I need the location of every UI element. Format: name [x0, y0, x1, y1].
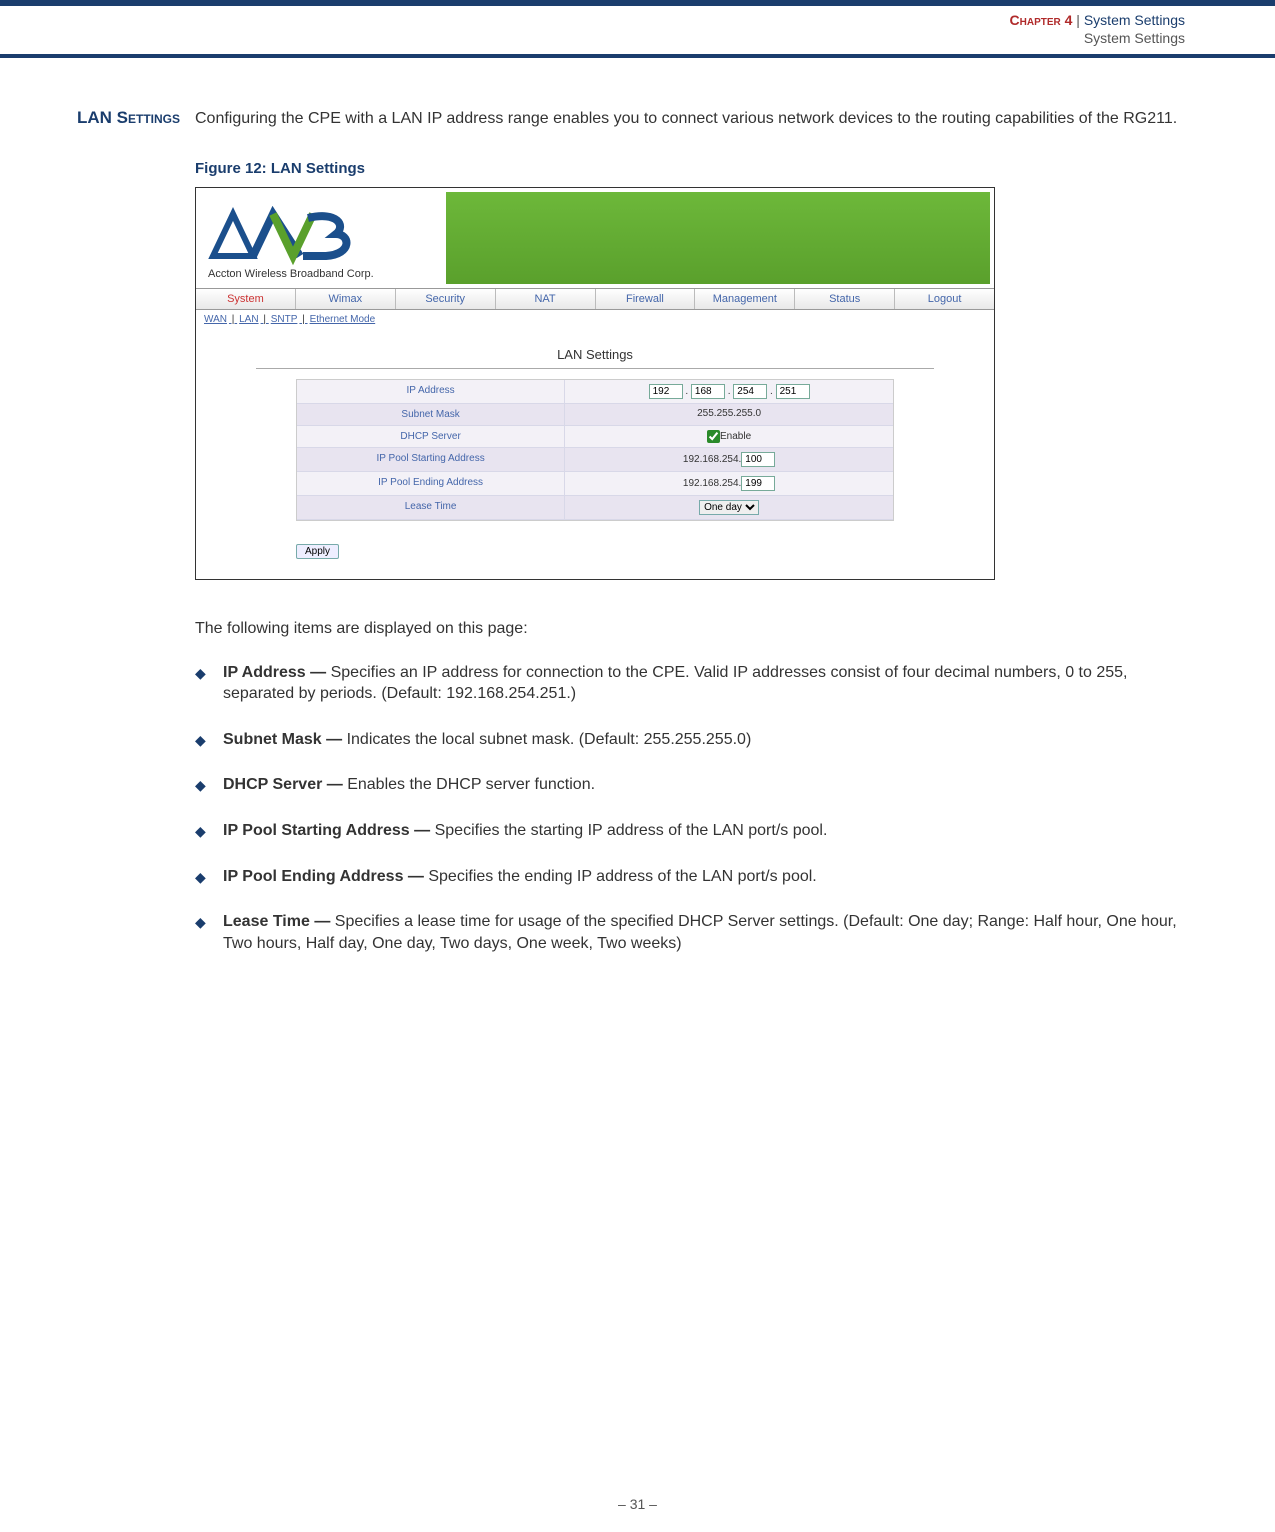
subnav-sntp[interactable]: SNTP — [271, 314, 298, 325]
section-row: LAN Settings Configuring the CPE with a … — [195, 108, 1180, 130]
content: LAN Settings Configuring the CPE with a … — [195, 108, 1180, 954]
body-dhcp: Enables the DHCP server function. — [347, 776, 595, 793]
tab-management[interactable]: Management — [695, 289, 795, 309]
body-lease: Specifies a lease time for usage of the … — [223, 913, 1177, 952]
value-subnet: 255.255.255.0 — [565, 404, 893, 426]
panel-hr — [256, 368, 934, 369]
logo-area: Accton Wireless Broadband Corp. — [196, 188, 446, 288]
list-item: DHCP Server — Enables the DHCP server fu… — [195, 774, 1180, 796]
chapter-label: Chapter 4 — [1010, 12, 1073, 28]
screenshot-top: Accton Wireless Broadband Corp. — [196, 188, 994, 288]
term-subnet: Subnet Mask — — [223, 731, 347, 748]
row-lease: Lease Time One day — [297, 496, 893, 520]
figure-caption: Figure 12: LAN Settings — [195, 160, 1180, 177]
list-item: IP Pool Ending Address — Specifies the e… — [195, 866, 1180, 888]
subnav-lan[interactable]: LAN — [239, 314, 258, 325]
list-item: IP Pool Starting Address — Specifies the… — [195, 820, 1180, 842]
value-ip: . . . — [565, 380, 893, 404]
value-pool-end: 192.168.254. — [565, 472, 893, 496]
pool-end-prefix: 192.168.254. — [683, 478, 741, 489]
header-rule — [0, 54, 1275, 58]
green-banner — [446, 192, 990, 284]
term-pool-end: IP Pool Ending Address — — [223, 868, 428, 885]
tab-nat[interactable]: NAT — [496, 289, 596, 309]
row-pool-end: IP Pool Ending Address 192.168.254. — [297, 472, 893, 496]
label-pool-start: IP Pool Starting Address — [297, 448, 565, 472]
term-lease: Lease Time — — [223, 913, 335, 930]
value-pool-start: 192.168.254. — [565, 448, 893, 472]
subnav-wan[interactable]: WAN — [204, 314, 227, 325]
logo-text: Accton Wireless Broadband Corp. — [208, 268, 434, 280]
value-dhcp: Enable — [565, 426, 893, 448]
intro-text: Configuring the CPE with a LAN IP addres… — [195, 108, 1177, 130]
tab-logout[interactable]: Logout — [895, 289, 994, 309]
label-subnet: Subnet Mask — [297, 404, 565, 426]
ip-octet-2[interactable] — [691, 384, 725, 399]
row-dhcp: DHCP Server Enable — [297, 426, 893, 448]
following-intro: The following items are displayed on thi… — [195, 620, 1180, 638]
pool-start-input[interactable] — [741, 452, 775, 467]
apply-row: Apply — [296, 541, 994, 559]
term-pool-start: IP Pool Starting Address — — [223, 822, 435, 839]
row-subnet: Subnet Mask 255.255.255.0 — [297, 404, 893, 426]
value-lease: One day — [565, 496, 893, 520]
header-subtitle: System Settings — [0, 30, 1275, 54]
tab-wimax[interactable]: Wimax — [296, 289, 396, 309]
body-pool-end: Specifies the ending IP address of the L… — [428, 868, 816, 885]
tab-firewall[interactable]: Firewall — [596, 289, 696, 309]
label-lease: Lease Time — [297, 496, 565, 520]
term-dhcp: DHCP Server — — [223, 776, 347, 793]
list-item: Lease Time — Specifies a lease time for … — [195, 911, 1180, 954]
ip-octet-4[interactable] — [776, 384, 810, 399]
header-title: System Settings — [1084, 12, 1185, 28]
pool-end-input[interactable] — [741, 476, 775, 491]
awb-logo-icon — [208, 206, 368, 266]
dhcp-enable-label: Enable — [720, 431, 751, 442]
body-subnet: Indicates the local subnet mask. (Defaul… — [347, 731, 752, 748]
label-dhcp: DHCP Server — [297, 426, 565, 448]
header-line: Chapter 4 | System Settings — [0, 6, 1275, 30]
panel-title: LAN Settings — [196, 329, 994, 368]
label-pool-end: IP Pool Ending Address — [297, 472, 565, 496]
subnav-ethernet-mode[interactable]: Ethernet Mode — [310, 314, 376, 325]
term-ip: IP Address — — [223, 664, 331, 681]
apply-button[interactable]: Apply — [296, 544, 339, 559]
row-ip: IP Address . . . — [297, 380, 893, 404]
section-label: LAN Settings — [15, 108, 195, 128]
list-item: Subnet Mask — Indicates the local subnet… — [195, 729, 1180, 751]
item-list: IP Address — Specifies an IP address for… — [195, 662, 1180, 955]
page-number: – 31 – — [0, 1496, 1275, 1512]
screenshot-figure: Accton Wireless Broadband Corp. System W… — [195, 187, 995, 580]
list-item: IP Address — Specifies an IP address for… — [195, 662, 1180, 705]
tab-system[interactable]: System — [196, 289, 296, 309]
row-pool-start: IP Pool Starting Address 192.168.254. — [297, 448, 893, 472]
dhcp-enable-checkbox[interactable] — [707, 430, 720, 443]
lease-select[interactable]: One day — [699, 500, 759, 515]
ip-octet-3[interactable] — [733, 384, 767, 399]
tab-status[interactable]: Status — [795, 289, 895, 309]
sub-nav: WAN | LAN | SNTP | Ethernet Mode — [196, 310, 994, 329]
ip-octet-1[interactable] — [649, 384, 683, 399]
body-ip: Specifies an IP address for connection t… — [223, 664, 1127, 703]
label-ip: IP Address — [297, 380, 565, 404]
tab-security[interactable]: Security — [396, 289, 496, 309]
header-sep: | — [1072, 12, 1083, 28]
lan-form: IP Address . . . Subnet Mask 255.255.255… — [296, 379, 894, 521]
pool-start-prefix: 192.168.254. — [683, 454, 741, 465]
main-tabs: System Wimax Security NAT Firewall Manag… — [196, 288, 994, 310]
body-pool-start: Specifies the starting IP address of the… — [435, 822, 828, 839]
